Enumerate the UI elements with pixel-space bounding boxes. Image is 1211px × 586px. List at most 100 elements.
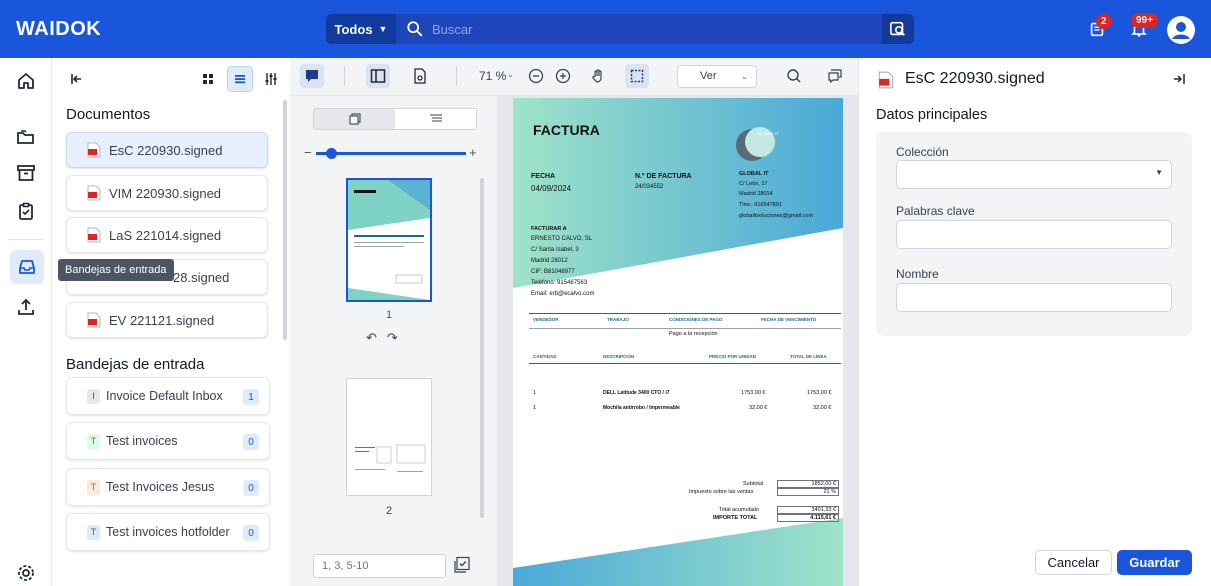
inbox-count: 0 [243, 525, 259, 541]
nav-settings[interactable] [13, 560, 39, 586]
inbox-label: Test invoices [106, 434, 178, 448]
slider-handle[interactable] [326, 148, 337, 159]
documents-toolbar [52, 66, 288, 96]
inbox-letter: T [87, 479, 100, 495]
search-icon [407, 21, 423, 37]
line-price: 32,00 € [749, 405, 768, 411]
nav-inboxes[interactable] [10, 250, 44, 284]
line-price: 1753,00 € [741, 390, 766, 396]
filter-button[interactable] [258, 66, 284, 92]
rotate-right-icon[interactable]: ↷ [387, 330, 398, 346]
nav-home[interactable] [13, 68, 39, 94]
rotate-left-icon[interactable]: ↶ [366, 330, 377, 346]
notifications-badge: 99+ [1131, 13, 1158, 28]
page-thumbnail[interactable] [346, 378, 432, 496]
annotations-button[interactable] [823, 64, 847, 88]
bill-to-line: Teléfono: 915467563 [531, 280, 588, 286]
image-search-icon [889, 21, 905, 36]
clipboard-icon [19, 202, 33, 220]
page-settings-button[interactable] [408, 64, 432, 88]
search-scope-dropdown[interactable]: Todos ▼ [326, 14, 396, 44]
inbox-letter: T [87, 433, 100, 449]
subtotal-label: Subtotal [743, 481, 764, 487]
find-button[interactable] [782, 64, 806, 88]
minus-icon[interactable]: − [304, 145, 312, 160]
total-label: IMPORTE TOTAL [713, 515, 758, 521]
zoom-out-button[interactable] [524, 64, 548, 88]
page-number: 2 [386, 505, 393, 517]
zoom-level[interactable]: 71 % [479, 69, 506, 83]
inbox-item[interactable]: T Test Invoices Jesus 0 [66, 468, 270, 506]
items-header: PRECIO POR UNIDAD [709, 354, 757, 359]
document-item[interactable]: EsC 220930.signed [66, 132, 268, 168]
inbox-item[interactable]: T Test invoices hotfolder 0 [66, 513, 270, 551]
app-logo[interactable]: WAIDOK [16, 18, 101, 41]
top-bar: WAIDOK Todos ▼ 2 99+ [0, 0, 1211, 58]
plus-icon[interactable]: + [469, 145, 477, 160]
marquee-icon [630, 69, 644, 83]
page-gear-icon [414, 68, 426, 84]
search-bar: Todos ▼ [326, 14, 914, 44]
document-canvas[interactable]: FACTURA GLOBAL IT FECHA 04/09/2024 N.º D… [497, 96, 858, 586]
outline-tab[interactable] [395, 109, 476, 129]
nav-tasks[interactable] [13, 198, 39, 224]
grid-view-button[interactable] [195, 66, 221, 92]
cancel-button[interactable]: Cancelar [1035, 550, 1112, 575]
inbox-letter: T [87, 524, 100, 540]
document-item[interactable]: VIM 220930.signed [66, 175, 268, 211]
thumbnails-tab[interactable] [314, 109, 395, 129]
toolbar-divider [456, 66, 457, 86]
sliders-icon [265, 73, 277, 85]
collapse-panel-button[interactable] [64, 66, 90, 92]
collection-select[interactable]: ▼ [896, 160, 1172, 189]
nav-upload[interactable] [13, 294, 39, 320]
pdf-icon [87, 312, 101, 328]
inbox-item[interactable]: I Invoice Default Inbox 1 [66, 377, 270, 415]
search-scope-label: Todos [334, 21, 373, 37]
pan-tool-button[interactable] [586, 64, 610, 88]
notifications-button[interactable]: 99+ [1126, 13, 1158, 42]
view-select[interactable]: Ver ⌄ [677, 65, 757, 88]
chevron-down-icon[interactable]: ⌄ [507, 70, 514, 79]
nav-folders[interactable] [13, 124, 39, 150]
nav-archive[interactable] [13, 160, 39, 186]
document-item[interactable]: EV 221121.signed [66, 302, 268, 338]
document-label: EV 221121.signed [109, 312, 215, 328]
line-qty: 1 [533, 390, 537, 396]
toolbar-divider [344, 66, 345, 86]
name-input[interactable] [896, 283, 1172, 312]
company-line: globalitsoluciones@gmail.com [739, 213, 814, 219]
terms-rule [529, 328, 841, 329]
bill-to-line: Madrid 28012 [531, 258, 568, 264]
user-avatar[interactable] [1166, 15, 1196, 45]
thumbnail-size-slider[interactable] [316, 152, 466, 155]
tax-value: 21 % [777, 488, 839, 496]
items-header: CANTIDAD [533, 354, 557, 359]
main-navigation [0, 58, 52, 586]
tasks-button[interactable]: 2 [1084, 14, 1112, 42]
documents-scrollbar[interactable] [283, 100, 287, 340]
keywords-input[interactable] [896, 220, 1172, 249]
page-range-input[interactable] [313, 554, 446, 578]
save-button[interactable]: Guardar [1117, 550, 1192, 575]
search-input[interactable] [432, 18, 862, 40]
zoom-in-button[interactable] [551, 64, 575, 88]
line-desc: DELL Latitude 3400 CTO / i7 [603, 390, 670, 396]
comments-icon [828, 69, 842, 84]
list-icon [235, 75, 245, 84]
image-search-button[interactable] [882, 14, 914, 44]
document-item[interactable]: LaS 221014.signed [66, 217, 268, 253]
inbox-item[interactable]: T Test invoices 0 [66, 422, 270, 460]
select-pages-button[interactable] [453, 556, 473, 576]
list-view-button[interactable] [227, 66, 253, 92]
sidebar-toggle-button[interactable] [366, 64, 390, 88]
thumbnails-scrollbar[interactable] [480, 178, 484, 518]
comments-toggle-button[interactable] [300, 64, 324, 88]
thumbnail-preview [348, 180, 430, 300]
rotate-controls: ↶ ↷ [366, 330, 398, 346]
folders-icon [17, 130, 34, 144]
page-thumbnail[interactable] [346, 178, 432, 302]
user-icon [1167, 16, 1195, 44]
close-panel-button[interactable] [1172, 72, 1188, 88]
selection-tool-button[interactable] [625, 64, 649, 88]
